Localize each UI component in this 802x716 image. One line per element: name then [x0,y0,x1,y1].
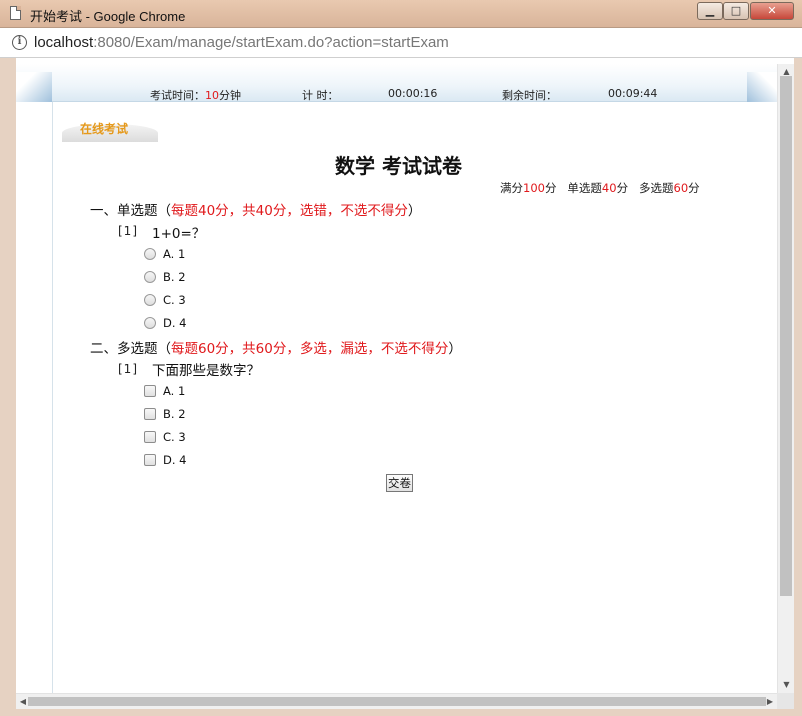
url-path: :8080/Exam/manage/startExam.do?action=st… [93,34,449,51]
section-close: ） [407,203,422,219]
section-rule: 每题60分，共60分，多选，漏选，不选不得分 [171,341,449,357]
horizontal-scrollbar[interactable]: ◀ ▶ [16,693,777,709]
exam-title: 数学 考试试卷 [335,154,462,178]
checkbox[interactable] [144,385,156,397]
multi-score-label: 多选题 [639,181,674,195]
exam-time-value: 10 [205,89,219,102]
question-text: 1+0=？ [152,226,206,242]
url-text[interactable]: localhost:8080/Exam/manage/startExam.do?… [34,34,449,51]
total-score-label: 满分 [500,181,523,195]
option-label: D. 4 [163,316,187,330]
page-icon [10,6,21,20]
section-multiple-choice: 二、多选题（每题60分，共60分，多选，漏选，不选不得分） [90,337,462,357]
option-label: C. 3 [163,293,186,307]
score-summary: 满分100分 单选题40分 多选题60分 [500,180,700,196]
single-score-value: 40 [601,181,617,195]
section-single-choice: 一、单选题（每题40分，共40分，选错，不选不得分） [90,199,421,219]
scroll-down-icon[interactable]: ▼ [778,677,795,693]
total-score-value: 100 [523,181,545,195]
exam-time: 考试时间：10分钟 [150,87,241,103]
content-divider [52,102,53,693]
elapsed-value: 00:00:16 [388,87,438,100]
section-rule: 每题40分，共40分，选错，不选不得分 [171,203,408,219]
close-button[interactable]: ✕ [750,2,794,20]
question-number: [1] [118,362,138,376]
window-title: 开始考试 - Google Chrome [30,9,186,24]
section-heading: 二、多选题（ [90,341,171,357]
multi-score-value: 60 [673,181,689,195]
vertical-scroll-thumb[interactable] [780,76,792,596]
radio-button[interactable] [144,294,156,306]
scrollbar-corner [777,693,794,709]
header-decoration-left [16,72,52,102]
option-label: B. 2 [163,407,186,421]
single-score-unit: 分 [616,181,629,195]
online-exam-tab: 在线考试 [62,116,158,142]
question-number: [1] [118,224,138,238]
option-label: A. 1 [163,384,186,398]
submit-exam-button[interactable]: 交卷 [386,474,413,492]
address-bar[interactable]: i localhost:8080/Exam/manage/startExam.d… [0,28,802,58]
question-text: 下面那些是数字？ [152,363,260,379]
maximize-button[interactable]: □ [723,2,749,20]
option-label: C. 3 [163,430,186,444]
scroll-right-icon[interactable]: ▶ [763,694,777,710]
info-icon[interactable]: i [12,35,27,50]
multi-score-unit: 分 [688,181,700,195]
url-host: localhost [34,34,94,51]
exam-time-label: 考试时间： [150,89,205,102]
remaining-value: 00:09:44 [608,87,658,100]
header-decoration-right [747,72,777,102]
vertical-scrollbar[interactable]: ▲ ▼ [777,64,794,693]
checkbox[interactable] [144,454,156,466]
remaining-label: 剩余时间： [502,89,557,102]
checkbox[interactable] [144,408,156,420]
checkbox[interactable] [144,431,156,443]
option-label: A. 1 [163,247,186,261]
minimize-button[interactable]: ▁ [697,2,723,20]
window-titlebar: 开始考试 - Google Chrome ▁ □ ✕ [0,0,802,28]
window-frame-bottom [0,709,802,716]
exam-time-unit: 分钟 [219,89,241,102]
radio-button[interactable] [144,271,156,283]
section-close: ） [448,341,462,357]
radio-button[interactable] [144,317,156,329]
radio-button[interactable] [144,248,156,260]
total-score-unit: 分 [544,181,557,195]
option-label: B. 2 [163,270,186,284]
online-exam-label: 在线考试 [80,122,129,136]
option-label: D. 4 [163,453,187,467]
single-score-label: 单选题 [567,181,602,195]
section-heading: 一、单选题（ [90,203,171,219]
elapsed-label: 计 时： [302,89,339,102]
horizontal-scroll-thumb[interactable] [28,697,766,706]
